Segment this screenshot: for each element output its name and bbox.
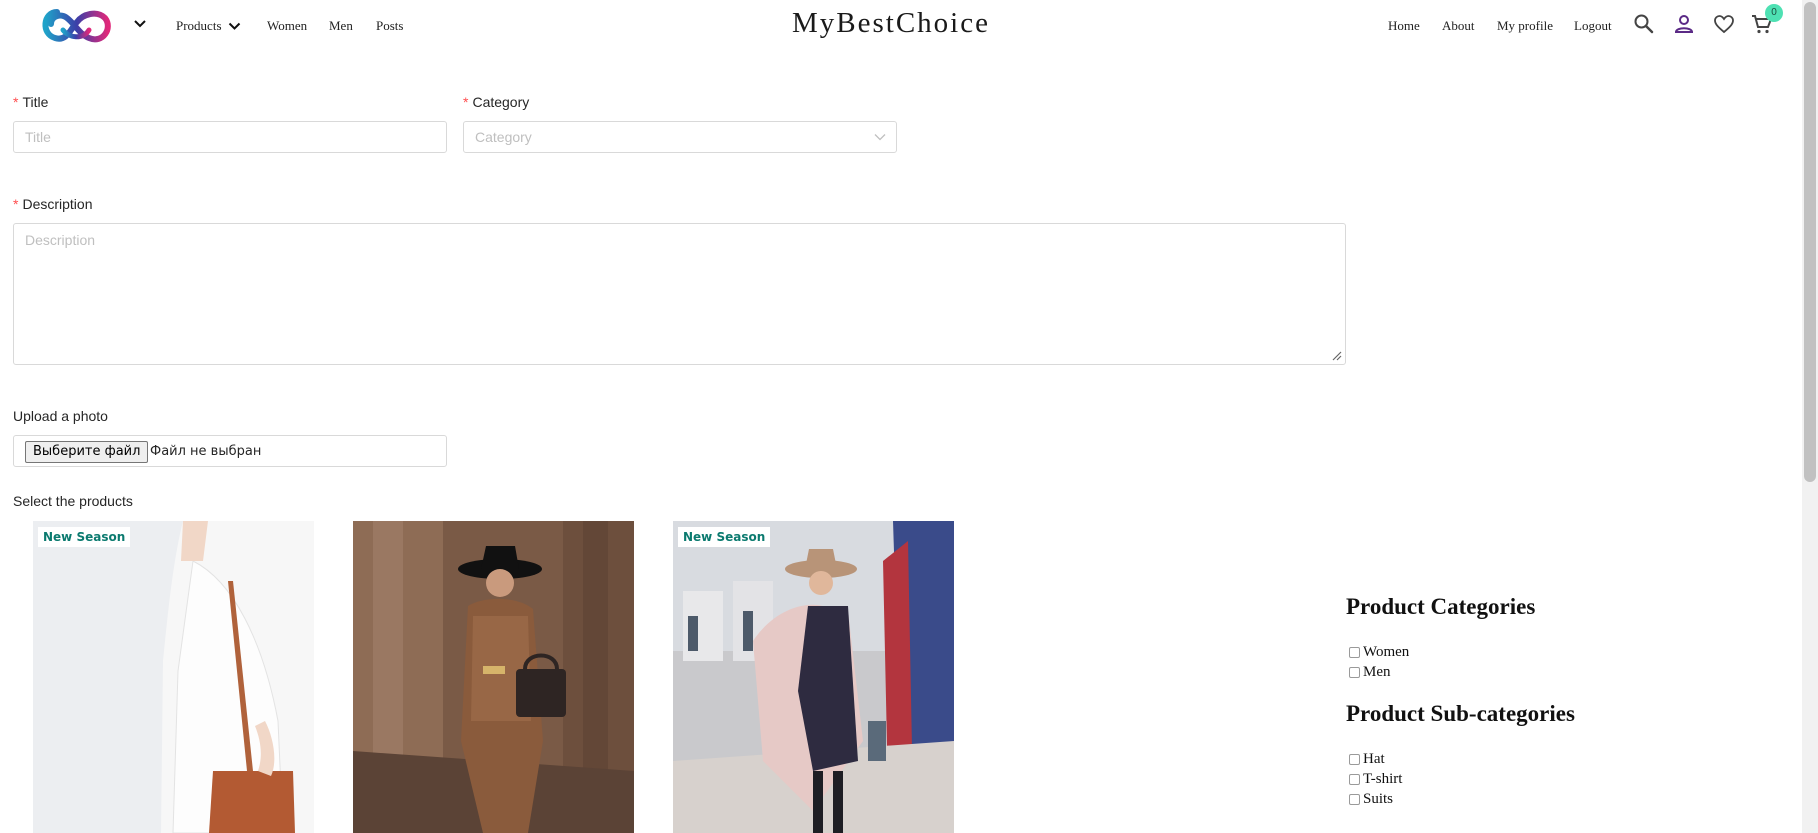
description-textarea[interactable]: Description — [13, 223, 1346, 365]
cart-count-badge: 0 — [1765, 4, 1783, 22]
checkbox[interactable] — [1349, 754, 1360, 765]
checkbox[interactable] — [1349, 647, 1360, 658]
required-mark: * — [463, 94, 469, 110]
required-mark: * — [13, 94, 19, 110]
subcategory-filter-label: Suits — [1363, 791, 1394, 807]
product-image — [33, 521, 314, 833]
product-categories-heading: Product Categories — [1346, 594, 1536, 619]
category-label-text: Category — [472, 94, 530, 110]
required-mark: * — [13, 196, 19, 212]
nav-my-profile[interactable]: My profile — [1497, 18, 1553, 34]
category-placeholder: Category — [475, 129, 532, 145]
select-products-label: Select the products — [13, 493, 133, 509]
user-icon[interactable] — [1672, 12, 1696, 36]
chevron-down-icon — [228, 22, 240, 30]
product-card[interactable]: New Season — [673, 521, 954, 833]
nav-logout[interactable]: Logout — [1574, 18, 1612, 34]
nav-about[interactable]: About — [1442, 18, 1475, 34]
category-filter-women[interactable]: Women — [1349, 644, 1409, 661]
logo-icon[interactable] — [37, 4, 113, 48]
nav-home[interactable]: Home — [1388, 18, 1420, 34]
product-card[interactable]: New Season — [33, 521, 314, 833]
nav-women[interactable]: Women — [267, 18, 307, 34]
upload-label: Upload a photo — [13, 408, 108, 424]
file-status-text: Файл не выбран — [150, 444, 262, 459]
subcategory-filter-label: Hat — [1363, 751, 1385, 767]
title-label-text: Title — [22, 94, 49, 110]
search-icon[interactable] — [1632, 12, 1656, 36]
upload-photo-field: Выберите файл Файл не выбран — [13, 435, 447, 467]
category-select[interactable]: Category — [463, 121, 897, 153]
title-label: * Title — [13, 94, 48, 110]
checkbox[interactable] — [1349, 774, 1360, 785]
category-label: * Category — [463, 94, 529, 110]
subcategory-filter-label: T-shirt — [1363, 771, 1403, 787]
chevron-down-icon[interactable] — [133, 19, 147, 29]
brand-title[interactable]: MyBestChoice — [792, 7, 990, 40]
page-scrollbar[interactable] — [1802, 0, 1818, 833]
subcategory-filter-hat[interactable]: Hat — [1349, 751, 1385, 768]
checkbox[interactable] — [1349, 794, 1360, 805]
subcategory-filter-tshirt[interactable]: T-shirt — [1349, 771, 1402, 788]
nav-products[interactable]: Products — [176, 18, 241, 34]
nav-posts[interactable]: Posts — [376, 18, 403, 34]
chevron-down-icon — [874, 134, 886, 141]
checkbox[interactable] — [1349, 667, 1360, 678]
description-label-text: Description — [22, 196, 93, 212]
category-filter-men[interactable]: Men — [1349, 664, 1391, 681]
choose-file-button[interactable]: Выберите файл — [25, 441, 149, 463]
nav-men[interactable]: Men — [329, 18, 353, 34]
new-season-badge: New Season — [678, 527, 771, 547]
product-card[interactable] — [353, 521, 634, 833]
new-season-badge: New Season — [38, 527, 131, 547]
description-placeholder: Description — [25, 232, 96, 248]
scrollbar-thumb[interactable] — [1804, 2, 1816, 482]
subcategory-filter-suits[interactable]: Suits — [1349, 791, 1393, 808]
top-navbar: Products Women Men Posts MyBestChoice Ho… — [0, 0, 1818, 52]
product-image — [673, 521, 954, 833]
heart-icon[interactable] — [1712, 12, 1736, 36]
description-label: * Description — [13, 196, 92, 212]
title-input[interactable]: Title — [13, 121, 447, 153]
category-filter-label: Women — [1363, 644, 1410, 660]
product-image — [353, 521, 634, 833]
product-subcategories-heading: Product Sub-categories — [1346, 701, 1575, 726]
category-filter-label: Men — [1363, 664, 1391, 680]
nav-products-label: Products — [176, 18, 222, 33]
resize-handle-icon[interactable] — [1332, 351, 1342, 361]
